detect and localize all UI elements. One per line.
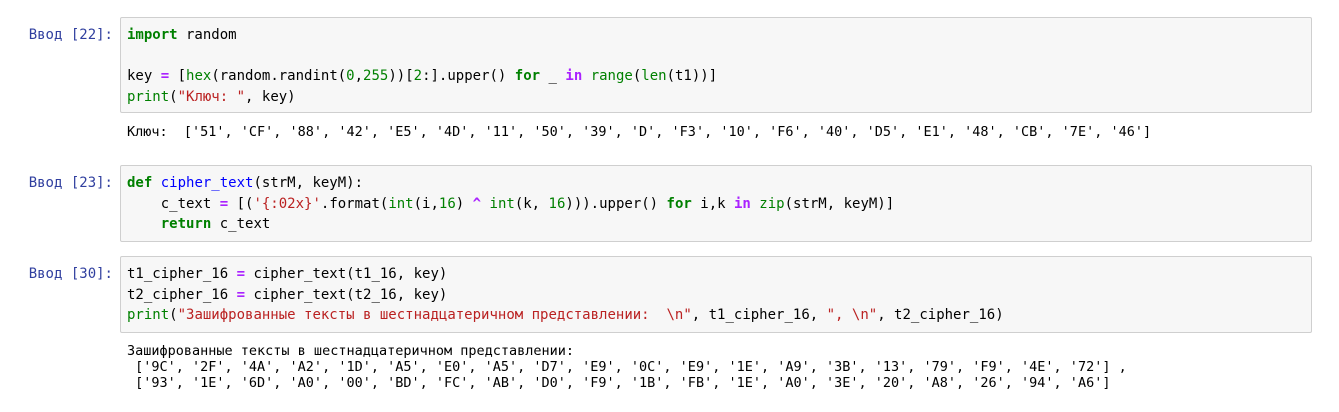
code-line-empty bbox=[127, 46, 1305, 67]
output-line: ['9C', '2F', '4A', 'A2', '1D', 'A5', 'E0… bbox=[127, 359, 1127, 375]
code-line: c_text = [('{:02x}'.format(int(i,16) ^ i… bbox=[127, 195, 895, 212]
output-line: Зашифрованные тексты в шестнадцатеричном… bbox=[127, 343, 575, 359]
code-line: key = [hex(random.randint(0,255))[2:].up… bbox=[127, 68, 718, 84]
code-editor[interactable]: t1_cipher_16 = cipher_text(t1_16, key) t… bbox=[120, 256, 1312, 333]
cell-prompt: Ввод [30]: bbox=[28, 266, 113, 282]
code-line: return c_text bbox=[160, 216, 271, 232]
code-line: print("Зашифрованные тексты в шестнадцат… bbox=[127, 307, 1004, 323]
cell-output: Зашифрованные тексты в шестнадцатеричном… bbox=[127, 343, 1327, 391]
cell-output: Ключ: ['51', 'CF', '88', '42', 'E5', '4D… bbox=[127, 124, 1327, 140]
code-line: def cipher_text(strM, keyM): bbox=[127, 175, 364, 191]
code-editor[interactable]: def cipher_text(strM, keyM): c_text = [(… bbox=[120, 165, 1312, 242]
output-line: ['93', '1E', '6D', 'A0', '00', 'BD', 'FC… bbox=[127, 375, 1111, 391]
code-editor[interactable]: import random key = [hex(random.randint(… bbox=[120, 17, 1312, 113]
code-line: import random bbox=[127, 27, 237, 43]
cell-prompt: Ввод [22]: bbox=[28, 27, 113, 43]
cell-prompt: Ввод [23]: bbox=[28, 175, 113, 191]
code-line: t2_cipher_16 = cipher_text(t2_16, key) bbox=[127, 286, 448, 303]
output-line: Ключ: ['51', 'CF', '88', '42', 'E5', '4D… bbox=[127, 124, 1152, 140]
code-line: print("Ключ: ", key) bbox=[127, 88, 296, 105]
notebook: Ввод [22]: import random key = [hex(rand… bbox=[0, 0, 1339, 412]
code-line: t1_cipher_16 = cipher_text(t1_16, key) bbox=[127, 266, 448, 282]
